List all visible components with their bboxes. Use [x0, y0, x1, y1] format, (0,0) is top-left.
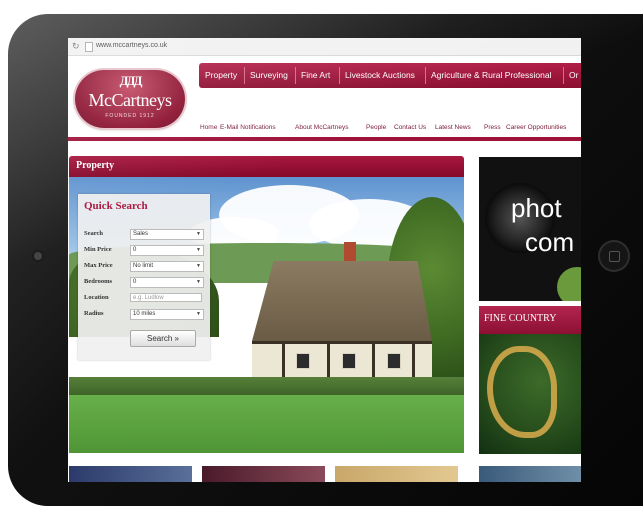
nav-livestock-auctions[interactable]: Livestock Auctions	[345, 70, 415, 80]
mccartneys-logo[interactable]: ДДД McCartneys FOUNDED 1912	[75, 70, 185, 128]
logo-tagline: FOUNDED 1912	[105, 113, 155, 119]
banner-text-line2: com	[525, 227, 575, 257]
dropdown-arrow-icon: ▼	[196, 247, 201, 253]
chimney	[344, 242, 356, 264]
logo-name: McCartneys	[88, 90, 172, 110]
timber-beam	[252, 341, 432, 344]
quick-search-title: Quick Search	[84, 200, 148, 212]
radius-select[interactable]: 10 miles ▼	[130, 309, 204, 320]
photo-competition-banner[interactable]: phot com	[479, 157, 581, 301]
page-icon	[85, 42, 93, 52]
url-text[interactable]: www.mccartneys.co.uk	[96, 42, 167, 49]
radius-label: Radius	[84, 310, 104, 317]
browser-screen: ↻ www.mccartneys.co.uk ДДД McCartneys FO…	[68, 38, 581, 482]
subnav-careers[interactable]: Career Opportunities	[506, 124, 566, 131]
thatched-roof	[252, 261, 432, 341]
dropdown-arrow-icon: ▼	[196, 311, 201, 317]
address-bar[interactable]: ↻ www.mccartneys.co.uk	[68, 38, 581, 56]
camera-icon	[34, 252, 42, 260]
subnav-email-notifications[interactable]: E-Mail Notifications	[220, 124, 276, 131]
window	[387, 353, 401, 369]
dropdown-arrow-icon: ▼	[196, 263, 201, 269]
nav-surveying[interactable]: Surveying	[250, 70, 288, 80]
min-price-value: 0	[133, 247, 137, 253]
dropdown-arrow-icon: ▼	[196, 231, 201, 237]
reload-icon[interactable]: ↻	[72, 41, 80, 52]
location-label: Location	[84, 294, 109, 301]
header-divider	[68, 137, 581, 141]
nav-overflow[interactable]: Or	[569, 70, 578, 80]
search-type-value: Sales	[133, 231, 149, 237]
bedrooms-label: Bedrooms	[84, 278, 113, 285]
dropdown-arrow-icon: ▼	[196, 279, 201, 285]
property-panel-header: Property	[69, 156, 464, 177]
window	[296, 353, 310, 369]
quick-search-panel: Quick Search Search Sales ▼ Min Price 0 ▼ …	[78, 194, 210, 360]
home-button[interactable]	[598, 240, 630, 272]
subnav-people[interactable]: People	[366, 124, 386, 131]
main-navigation: Property Surveying Fine Art Livestock Au…	[199, 63, 581, 88]
location-input[interactable]: e.g. Ludlow	[130, 293, 202, 302]
section-title: Property	[76, 160, 115, 171]
subnav-press[interactable]: Press	[484, 124, 501, 131]
nav-fine-art[interactable]: Fine Art	[301, 70, 330, 80]
max-price-value: No limit	[133, 263, 154, 269]
subnav-home[interactable]: Home	[200, 124, 217, 131]
nav-property[interactable]: Property	[205, 70, 237, 80]
subnav-contact[interactable]: Contact Us	[394, 124, 426, 131]
fine-country-header: FINE COUNTRY	[479, 306, 581, 334]
radius-value: 10 miles	[133, 311, 156, 317]
subnav-about[interactable]: About McCartneys	[295, 124, 348, 131]
bedrooms-select[interactable]: 0 ▼	[130, 277, 204, 288]
min-price-select[interactable]: 0 ▼	[130, 245, 204, 256]
leaf-graphic	[557, 267, 581, 301]
thumbnail[interactable]	[69, 466, 192, 482]
thumbnail[interactable]	[479, 466, 581, 482]
max-price-select[interactable]: No limit ▼	[130, 261, 204, 272]
secondary-navigation: Home E-Mail Notifications About McCartne…	[200, 124, 581, 134]
nav-divider	[339, 67, 340, 84]
search-label: Search	[84, 230, 104, 237]
fine-country-banner[interactable]: FINE COUNTRY	[479, 306, 581, 454]
nav-agriculture-rural[interactable]: Agriculture & Rural Professional	[431, 70, 551, 80]
thumbnail[interactable]	[202, 466, 325, 482]
banner-text-line1: phot	[511, 193, 562, 223]
hedge	[69, 377, 464, 395]
nav-divider	[295, 67, 296, 84]
thumbnail[interactable]	[335, 466, 458, 482]
subnav-latest-news[interactable]: Latest News	[435, 124, 471, 131]
lawn	[69, 395, 464, 453]
search-button[interactable]: Search »	[130, 330, 196, 347]
nav-divider	[563, 67, 564, 84]
max-price-label: Max Price	[84, 262, 113, 269]
nav-divider	[244, 67, 245, 84]
min-price-label: Min Price	[84, 246, 112, 253]
search-type-select[interactable]: Sales ▼	[130, 229, 204, 240]
window	[342, 353, 356, 369]
fine-country-title: FINE COUNTRY	[484, 313, 557, 324]
bedrooms-value: 0	[133, 279, 137, 285]
nav-divider	[425, 67, 426, 84]
logo-mark-icon: ДДД	[119, 73, 143, 88]
